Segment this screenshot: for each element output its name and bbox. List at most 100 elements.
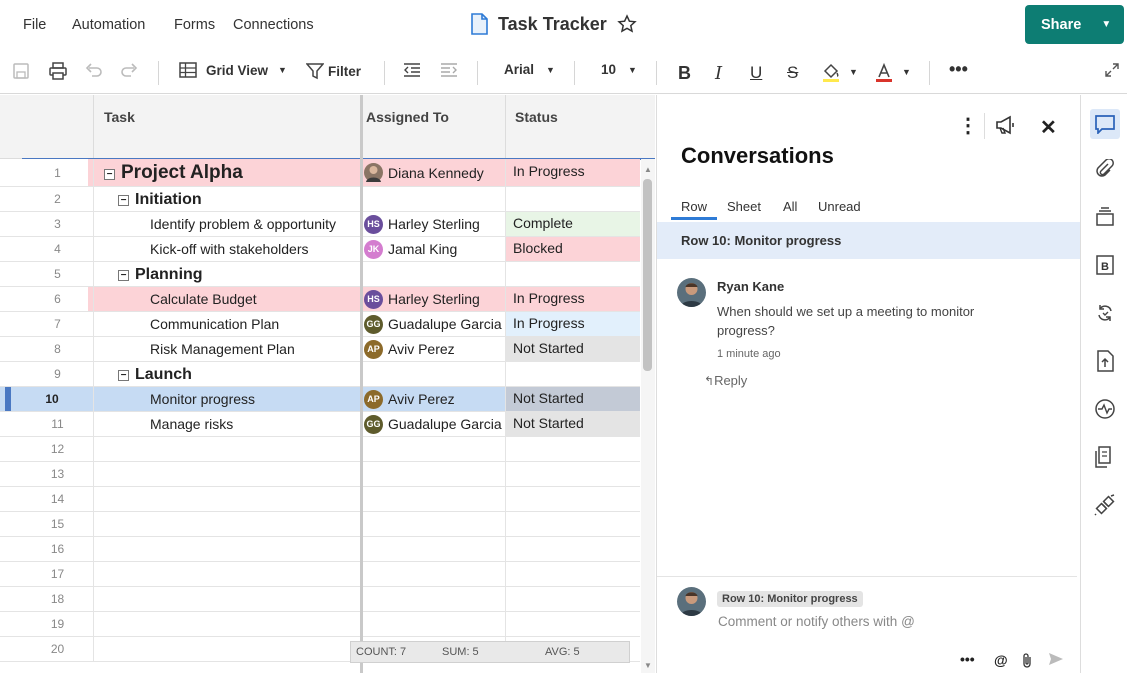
- task-cell[interactable]: − Planning: [94, 262, 361, 286]
- status-cell[interactable]: Blocked: [505, 237, 640, 261]
- table-row[interactable]: 5− Planning: [0, 262, 640, 287]
- task-cell[interactable]: Calculate Budget: [94, 287, 361, 311]
- menu-connections[interactable]: Connections: [233, 17, 314, 33]
- status-cell[interactable]: Complete: [505, 212, 640, 236]
- task-cell[interactable]: [94, 612, 361, 636]
- table-row[interactable]: 2− Initiation: [0, 187, 640, 212]
- table-row[interactable]: 17: [0, 562, 640, 587]
- row-number[interactable]: 1: [22, 159, 94, 186]
- task-cell[interactable]: [94, 587, 361, 611]
- table-row[interactable]: 11 Manage risks GG Guadalupe Garcia Not Star…: [0, 412, 640, 437]
- font-family-dropdown[interactable]: Arial ▼: [504, 62, 555, 77]
- undo-icon[interactable]: [85, 62, 103, 78]
- save-icon[interactable]: [12, 62, 30, 80]
- task-cell[interactable]: [94, 487, 361, 511]
- status-cell[interactable]: [505, 512, 640, 536]
- task-cell[interactable]: − Project Alpha: [94, 159, 361, 186]
- assigned-cell[interactable]: [362, 262, 505, 286]
- status-cell[interactable]: [505, 612, 640, 636]
- sheet-title[interactable]: Task Tracker: [498, 14, 607, 35]
- assigned-cell[interactable]: [362, 362, 505, 386]
- row-number[interactable]: 11: [22, 412, 94, 436]
- row-number[interactable]: 4: [22, 237, 94, 261]
- status-cell[interactable]: [505, 187, 640, 211]
- row-number[interactable]: 14: [22, 487, 94, 511]
- row-number[interactable]: 17: [22, 562, 94, 586]
- redo-icon[interactable]: [120, 62, 138, 78]
- table-row[interactable]: 13: [0, 462, 640, 487]
- task-cell[interactable]: Risk Management Plan: [94, 337, 361, 361]
- status-cell[interactable]: [505, 462, 640, 486]
- scroll-down-icon[interactable]: ▼: [644, 661, 652, 670]
- status-cell[interactable]: In Progress: [505, 287, 640, 311]
- status-cell[interactable]: Not Started: [505, 412, 640, 436]
- table-row[interactable]: 15: [0, 512, 640, 537]
- font-size-dropdown[interactable]: 10 ▼: [601, 62, 637, 77]
- proofs-icon[interactable]: [1093, 205, 1117, 229]
- task-cell[interactable]: − Initiation: [94, 187, 361, 211]
- attachment-icon[interactable]: [1021, 652, 1033, 671]
- table-row[interactable]: 19: [0, 612, 640, 637]
- row-number[interactable]: 3: [22, 212, 94, 236]
- assigned-cell[interactable]: [362, 587, 505, 611]
- status-cell[interactable]: In Progress: [505, 159, 640, 186]
- filter-button[interactable]: Filter: [306, 62, 361, 80]
- indent-icon[interactable]: [440, 62, 458, 78]
- table-row[interactable]: 14: [0, 487, 640, 512]
- table-row[interactable]: 4 Kick-off with stakeholders JK Jamal King B…: [0, 237, 640, 262]
- scrollbar-thumb[interactable]: [643, 179, 652, 371]
- assigned-cell[interactable]: GG Guadalupe Garcia: [362, 412, 505, 436]
- italic-icon[interactable]: I: [715, 63, 722, 84]
- row-number[interactable]: 6: [22, 287, 94, 311]
- scroll-up-icon[interactable]: ▲: [644, 165, 652, 174]
- table-row[interactable]: 9− Launch: [0, 362, 640, 387]
- menu-file[interactable]: File: [23, 17, 46, 33]
- table-row[interactable]: 12: [0, 437, 640, 462]
- status-cell[interactable]: Not Started: [505, 337, 640, 361]
- task-cell[interactable]: [94, 637, 361, 661]
- collapse-toggle-icon[interactable]: −: [118, 195, 129, 206]
- attachments-icon[interactable]: [1093, 157, 1117, 181]
- share-caret-icon[interactable]: ▼: [1101, 19, 1111, 30]
- task-cell[interactable]: Identify problem & opportunity: [94, 212, 361, 236]
- strikethrough-icon[interactable]: S: [787, 63, 798, 83]
- conversation-context[interactable]: Row 10: Monitor progress: [657, 222, 1081, 259]
- table-row[interactable]: 1− Project Alpha Diana Kennedy In Progress: [0, 159, 640, 187]
- bold-icon[interactable]: B: [678, 63, 691, 84]
- print-icon[interactable]: [48, 62, 68, 80]
- assigned-cell[interactable]: [362, 487, 505, 511]
- table-row[interactable]: 8 Risk Management Plan AP Aviv Perez Not Sta…: [0, 337, 640, 362]
- row-number[interactable]: 2: [22, 187, 94, 211]
- more-options-icon[interactable]: •••: [949, 59, 968, 80]
- assigned-cell[interactable]: HS Harley Sterling: [362, 287, 505, 311]
- task-cell[interactable]: [94, 437, 361, 461]
- table-row[interactable]: 16: [0, 537, 640, 562]
- task-cell[interactable]: Kick-off with stakeholders: [94, 237, 361, 261]
- summary-icon[interactable]: B: [1093, 253, 1117, 277]
- menu-forms[interactable]: Forms: [174, 17, 215, 33]
- status-cell[interactable]: In Progress: [505, 312, 640, 336]
- column-header-status[interactable]: Status: [505, 95, 655, 159]
- assigned-cell[interactable]: [362, 612, 505, 636]
- update-requests-icon[interactable]: [1093, 301, 1117, 325]
- status-cell[interactable]: [505, 587, 640, 611]
- table-row[interactable]: 10 Monitor progress AP Aviv Perez Not Starte…: [0, 387, 640, 412]
- assigned-cell[interactable]: AP Aviv Perez: [362, 337, 505, 361]
- task-cell[interactable]: Monitor progress: [94, 387, 361, 411]
- column-header-task[interactable]: Task: [94, 95, 362, 159]
- table-row[interactable]: 3 Identify problem & opportunity HS Harley …: [0, 212, 640, 237]
- megaphone-icon[interactable]: [995, 115, 1017, 138]
- row-number[interactable]: 15: [22, 512, 94, 536]
- status-cell[interactable]: [505, 262, 640, 286]
- tab-sheet[interactable]: Sheet: [727, 199, 761, 214]
- row-number[interactable]: 18: [22, 587, 94, 611]
- assigned-cell[interactable]: JK Jamal King: [362, 237, 505, 261]
- status-cell[interactable]: [505, 562, 640, 586]
- task-cell[interactable]: [94, 512, 361, 536]
- status-cell[interactable]: Not Started: [505, 387, 640, 411]
- favorite-star-icon[interactable]: [617, 14, 637, 34]
- assigned-cell[interactable]: [362, 562, 505, 586]
- row-number[interactable]: 13: [22, 462, 94, 486]
- conversations-icon[interactable]: [1090, 109, 1120, 139]
- assigned-cell[interactable]: GG Guadalupe Garcia: [362, 312, 505, 336]
